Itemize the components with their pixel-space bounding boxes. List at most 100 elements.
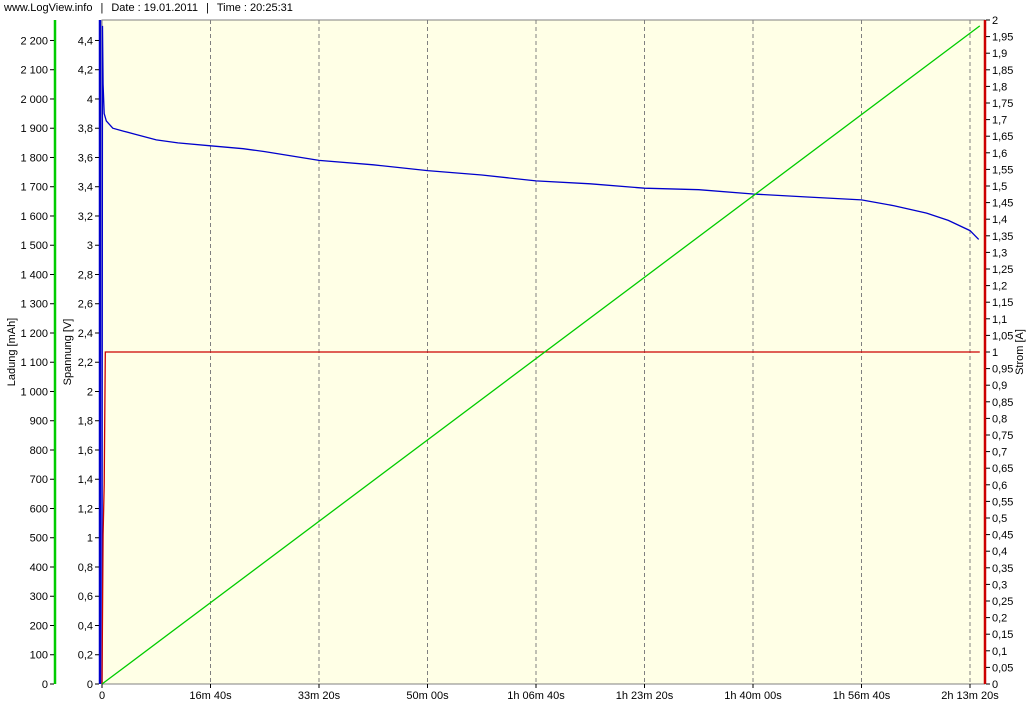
- ladung-tick-label: 100: [30, 650, 48, 662]
- ladung-tick-label: 0: [42, 679, 48, 691]
- ladung-ticks: 0 100 200 300 400 500 600 700 800 900 1 000 1 100 1 …: [20, 35, 54, 691]
- spannung-axis-label: Spannung [V]: [62, 319, 74, 386]
- strom-tick-label: 0,55: [992, 496, 1013, 508]
- ladung-tick-label: 300: [30, 591, 48, 603]
- spannung-tick-label: 0,8: [78, 562, 93, 574]
- spannung-tick-label: 4,2: [78, 65, 93, 77]
- ladung-tick-label: 1 300: [20, 299, 48, 311]
- spannung-tick-label: 3,8: [78, 123, 93, 135]
- x-axis-ticks: 0 16m 40s 33m 20s 50m 00s 1h 06m 40s 1h 23m 2…: [99, 684, 999, 702]
- spannung-tick-label: 1,8: [78, 416, 93, 428]
- ladung-tick-label: 2 200: [20, 35, 48, 47]
- spannung-tick-label: 1,2: [78, 503, 93, 515]
- x-tick-label: 1h 56m 40s: [833, 690, 891, 702]
- strom-axis: 00,050,10,150,20,250,30,350,40,450,50,55…: [983, 15, 1026, 691]
- strom-tick-label: 0,25: [992, 596, 1013, 608]
- ladung-axis: 0 100 200 300 400 500 600 700 800 900 1 000 1 100 1 …: [6, 20, 57, 691]
- ladung-tick-label: 900: [30, 416, 48, 428]
- strom-tick-label: 0,8: [992, 413, 1007, 425]
- ladung-tick-label: 1 800: [20, 152, 48, 164]
- ladung-tick-label: 200: [30, 620, 48, 632]
- spannung-tick-label: 2,4: [78, 328, 93, 340]
- ladung-tick-label: 600: [30, 503, 48, 515]
- strom-tick-label: 1,2: [992, 281, 1007, 293]
- strom-tick-label: 1,55: [992, 164, 1013, 176]
- strom-tick-label: 0,9: [992, 380, 1007, 392]
- ladung-tick-label: 1 400: [20, 269, 48, 281]
- spannung-tick-label: 0,6: [78, 591, 93, 603]
- strom-ticks: 00,050,10,150,20,250,30,350,40,450,50,55…: [986, 15, 1013, 691]
- ladung-tick-label: 1 000: [20, 386, 48, 398]
- strom-tick-label: 1,5: [992, 181, 1007, 193]
- strom-tick-label: 0,35: [992, 563, 1013, 575]
- spannung-ticks: 0 0,2 0,4 0,6 0,8 1 1,2 1,4 1,6 1,8 2 2,2 2,4 2,6 2,8 3…: [78, 35, 99, 691]
- strom-tick-label: 0,15: [992, 629, 1013, 641]
- strom-tick-label: 0,45: [992, 530, 1013, 542]
- spannung-tick-label: 4,4: [78, 35, 93, 47]
- strom-tick-label: 0,7: [992, 447, 1007, 459]
- strom-tick-label: 1,05: [992, 330, 1013, 342]
- strom-tick-label: 1,45: [992, 198, 1013, 210]
- strom-tick-label: 1,35: [992, 231, 1013, 243]
- spannung-tick-label: 0,4: [78, 620, 93, 632]
- spannung-tick-label: 2,2: [78, 357, 93, 369]
- spannung-tick-label: 2,6: [78, 299, 93, 311]
- spannung-axis: 0 0,2 0,4 0,6 0,8 1 1,2 1,4 1,6 1,8 2 2,2 2,4 2,6 2,8 3…: [62, 20, 102, 691]
- strom-tick-label: 1,6: [992, 148, 1007, 160]
- x-tick-label: 2h 13m 20s: [941, 690, 999, 702]
- strom-tick-label: 1,8: [992, 81, 1007, 93]
- strom-tick-label: 0,65: [992, 463, 1013, 475]
- strom-tick-label: 1,9: [992, 48, 1007, 60]
- ladung-tick-label: 400: [30, 562, 48, 574]
- strom-tick-label: 0,3: [992, 579, 1007, 591]
- x-tick-label: 33m 20s: [298, 690, 341, 702]
- spannung-tick-label: 1,6: [78, 445, 93, 457]
- strom-tick-label: 0,05: [992, 662, 1013, 674]
- strom-tick-label: 1,75: [992, 98, 1013, 110]
- strom-tick-label: 1,25: [992, 264, 1013, 276]
- strom-tick-label: 0,95: [992, 364, 1013, 376]
- strom-tick-label: 1,65: [992, 131, 1013, 143]
- ladung-axis-label: Ladung [mAh]: [6, 318, 18, 387]
- ladung-tick-label: 2 000: [20, 94, 48, 106]
- ladung-tick-label: 700: [30, 474, 48, 486]
- x-tick-label: 1h 06m 40s: [507, 690, 565, 702]
- strom-tick-label: 1,1: [992, 314, 1007, 326]
- strom-tick-label: 1: [992, 347, 998, 359]
- spannung-tick-label: 3,6: [78, 152, 93, 164]
- strom-tick-label: 1,15: [992, 297, 1013, 309]
- strom-tick-label: 0,6: [992, 480, 1007, 492]
- strom-tick-label: 1,95: [992, 32, 1013, 44]
- spannung-tick-label: 2: [87, 386, 93, 398]
- spannung-tick-label: 4: [87, 94, 93, 106]
- ladung-tick-label: 1 200: [20, 328, 48, 340]
- ladung-tick-label: 1 500: [20, 240, 48, 252]
- spannung-tick-label: 1,4: [78, 474, 93, 486]
- strom-axis-label: Strom [A]: [1014, 329, 1026, 375]
- ladung-tick-label: 800: [30, 445, 48, 457]
- strom-tick-label: 0,2: [992, 613, 1007, 625]
- logview-chart: 01002003004005006007008009001 0001 1001 …: [6, 15, 1026, 702]
- spannung-tick-label: 3,4: [78, 182, 93, 194]
- strom-tick-label: 1,4: [992, 214, 1007, 226]
- x-tick-label: 50m 00s: [406, 690, 449, 702]
- strom-tick-label: 1,7: [992, 115, 1007, 127]
- strom-tick-label: 0,4: [992, 546, 1007, 558]
- ladung-tick-label: 500: [30, 533, 48, 545]
- strom-tick-label: 0,5: [992, 513, 1007, 525]
- spannung-tick-label: 0: [87, 679, 93, 691]
- strom-tick-label: 2: [992, 15, 998, 27]
- ladung-tick-label: 1 100: [20, 357, 48, 369]
- ladung-tick-label: 1 900: [20, 123, 48, 135]
- x-tick-label: 1h 23m 20s: [616, 690, 674, 702]
- spannung-tick-label: 3: [87, 240, 93, 252]
- x-tick-label: 1h 40m 00s: [724, 690, 782, 702]
- spannung-tick-label: 3,2: [78, 211, 93, 223]
- strom-tick-label: 0,85: [992, 397, 1013, 409]
- ladung-tick-label: 1 700: [20, 182, 48, 194]
- x-tick-label: 0: [99, 690, 105, 702]
- ladung-tick-label: 1 600: [20, 211, 48, 223]
- ladung-tick-label: 2 100: [20, 65, 48, 77]
- spannung-tick-label: 1: [87, 533, 93, 545]
- strom-tick-label: 0,1: [992, 646, 1007, 658]
